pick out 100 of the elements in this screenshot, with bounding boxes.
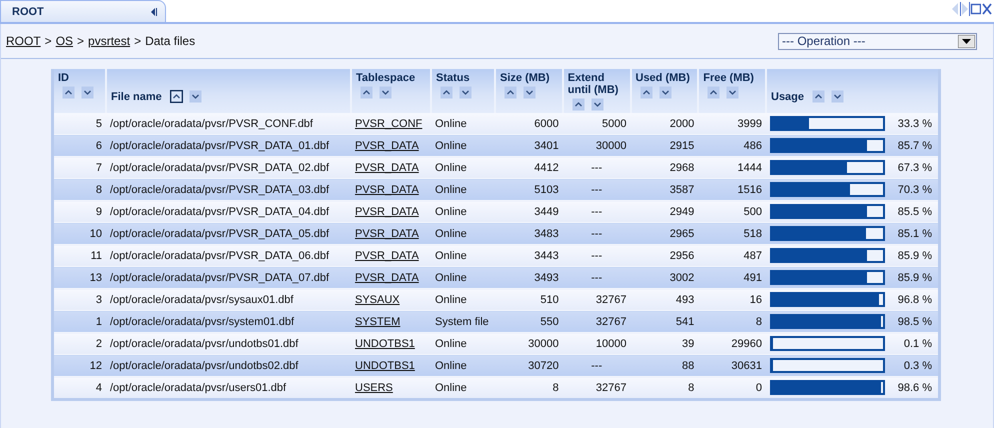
table-cell: 510 [495, 288, 563, 310]
table-cell: /opt/oracle/oradata/pvsr/sysaux01.dbf [106, 288, 351, 310]
table-cell: Online [431, 178, 495, 200]
table-cell: 9 [52, 200, 106, 222]
table-cell: 32767 [562, 310, 630, 332]
sort-ascending-icon[interactable] [360, 86, 373, 99]
table-cell: 2956 [630, 244, 698, 266]
table-cell: 3493 [495, 266, 563, 288]
usage-percent: 85.9 % [898, 272, 933, 284]
table-cell: /opt/oracle/oradata/pvsr/users01.dbf [106, 376, 351, 400]
breadcrumb-link[interactable]: ROOT [6, 34, 41, 48]
sort-ascending-icon[interactable] [640, 86, 652, 99]
scroll-right-icon[interactable] [960, 2, 968, 16]
sort-descending-icon[interactable] [590, 98, 604, 111]
breadcrumb-link[interactable]: OS [56, 34, 74, 48]
usage-percent: 67.3 % [898, 162, 933, 174]
maximize-icon[interactable] [969, 2, 981, 16]
table-cell: 88 [630, 354, 698, 376]
table-cell: 13 [52, 266, 106, 288]
table-cell: 10 [52, 222, 106, 244]
column-label: Usage [771, 90, 804, 102]
table-cell: 39 [630, 332, 698, 354]
usage-percent: 85.9 % [898, 250, 933, 262]
sort-ascending-icon[interactable] [812, 90, 826, 103]
table-cell: Online [431, 332, 495, 354]
table-cell: Online [431, 266, 495, 288]
table-cell: /opt/oracle/oradata/pvsr/PVSR_DATA_06.dbf [106, 244, 351, 266]
table-cell: 3999 [698, 113, 766, 134]
table-cell: Online [431, 222, 495, 244]
table-cell: 2000 [630, 113, 698, 134]
table-cell: 3483 [495, 222, 563, 244]
table-cell: 4412 [495, 156, 563, 178]
table-cell: 8 [495, 376, 563, 400]
sort-descending-icon[interactable] [81, 86, 94, 99]
table-cell: Online [431, 134, 495, 156]
root-tab[interactable]: ROOT [0, 0, 166, 22]
table-cell: 1444 [698, 156, 766, 178]
table-cell: 541 [630, 310, 698, 332]
column-label: Free (MB) [703, 72, 754, 84]
table-cell: 8 [630, 376, 698, 400]
sort-ascending-icon[interactable] [170, 90, 183, 103]
usage-percent: 70.3 % [898, 184, 933, 196]
collapse-icon[interactable] [151, 8, 157, 16]
sort-descending-icon[interactable] [658, 86, 672, 99]
table-cell: 6000 [495, 113, 563, 134]
table-cell: /opt/oracle/oradata/pvsr/PVSR_CONF.dbf [106, 113, 351, 134]
sort-descending-icon[interactable] [459, 86, 472, 99]
sort-ascending-icon[interactable] [62, 86, 75, 99]
table-cell: Online [431, 244, 495, 266]
column-label: Size (MB) [500, 72, 550, 84]
sort-descending-icon[interactable] [831, 90, 844, 103]
usage-percent: 98.5 % [898, 316, 933, 328]
table-cell: /opt/oracle/oradata/pvsr/PVSR_DATA_07.dbf [106, 266, 351, 288]
sort-ascending-icon[interactable] [572, 98, 585, 111]
table-cell: 30720 [495, 354, 563, 376]
table-cell: 5 [52, 113, 106, 134]
table-cell: 5103 [495, 178, 563, 200]
sort-ascending-icon[interactable] [707, 86, 720, 99]
table-cell: 10000 [562, 332, 630, 354]
table-cell: --- [562, 354, 630, 376]
table-cell: --- [562, 178, 630, 200]
sort-ascending-icon[interactable] [504, 86, 517, 99]
table-cell: 3 [52, 288, 106, 310]
table-cell: 550 [495, 310, 563, 332]
table-cell: 3449 [495, 200, 563, 222]
table-cell: 2968 [630, 156, 698, 178]
close-icon[interactable] [982, 3, 992, 15]
dropdown-arrow-icon[interactable] [958, 34, 975, 48]
table-cell: 11 [52, 244, 106, 266]
table-cell: 3401 [495, 134, 563, 156]
sort-descending-icon[interactable] [523, 86, 536, 99]
breadcrumb-current: Data files [145, 34, 196, 48]
table-cell: --- [562, 266, 630, 288]
usage-percent: 85.5 % [898, 206, 933, 218]
table-cell: 486 [698, 134, 766, 156]
sort-ascending-icon[interactable] [440, 86, 453, 99]
column-label: File name [111, 90, 162, 102]
table-cell: Online [431, 354, 495, 376]
table-cell: /opt/oracle/oradata/pvsr/PVSR_DATA_01.dbf [106, 134, 351, 156]
sort-descending-icon[interactable] [726, 86, 740, 99]
usage-percent: 96.8 % [898, 294, 933, 306]
operation-dropdown[interactable]: --- Operation --- [778, 32, 977, 50]
table-cell: 30631 [698, 354, 766, 376]
sort-descending-icon[interactable] [379, 86, 392, 99]
table-cell: Online [431, 376, 495, 400]
table-cell: 2915 [630, 134, 698, 156]
sort-descending-icon[interactable] [188, 90, 202, 103]
table-cell: --- [562, 156, 630, 178]
table-cell: 5000 [562, 113, 630, 134]
breadcrumb-link[interactable]: pvsrtest [88, 34, 130, 48]
table-cell: 12 [52, 354, 106, 376]
table-cell: 6 [52, 134, 106, 156]
table-cell: 1 [52, 310, 106, 332]
table-cell: 3002 [630, 266, 698, 288]
table-cell: 518 [698, 222, 766, 244]
table-cell: --- [562, 200, 630, 222]
table-cell: 2949 [630, 200, 698, 222]
table-cell: /opt/oracle/oradata/pvsr/PVSR_DATA_02.dbf [106, 156, 351, 178]
column-label: Tablespace [356, 72, 416, 84]
table-cell: /opt/oracle/oradata/pvsr/PVSR_DATA_05.dbf [106, 222, 351, 244]
